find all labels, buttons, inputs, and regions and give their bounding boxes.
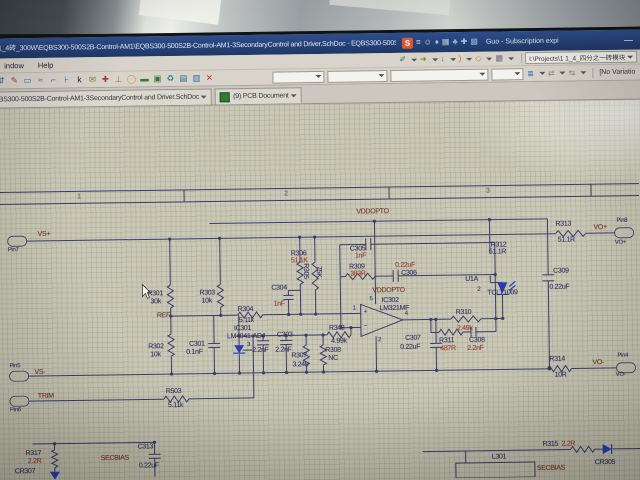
minimize-button[interactable]: — [621, 35, 636, 45]
quick-1-icon[interactable]: ➜ [419, 54, 428, 63]
toolbar-separator [592, 67, 594, 78]
quick-5-icon[interactable]: ▦ [494, 53, 504, 62]
system-tray: S ≡ ☺ ♦ ▦ ♣ ✚ ▩ [401, 36, 478, 49]
tray-4-icon[interactable]: ▦ [442, 37, 450, 46]
tray-3-icon[interactable]: ♦ [435, 37, 439, 46]
photo-frame: 1_4砖_300W\EQBS300-500S2B-Control-AM1\EQB… [0, 0, 640, 480]
chevron-down-icon [559, 71, 566, 75]
tab-pcb-doc[interactable]: (9) PCB Document [215, 87, 302, 105]
ceiling-background [0, 0, 640, 34]
screen-glare [341, 99, 640, 264]
tab-pcb-label: (9) PCB Document [233, 92, 289, 101]
toolbar-separator [521, 53, 523, 64]
combo-2[interactable] [327, 69, 388, 83]
tool-8-icon[interactable]: ✚ [100, 74, 110, 84]
app-chrome: 1_4砖_300W\EQBS300-500S2B-Control-AM1\EQB… [0, 29, 640, 109]
schematic-canvas[interactable] [0, 99, 640, 480]
tray-1-icon[interactable]: ≡ [416, 38, 421, 47]
compare-1-icon[interactable]: ⇄ [547, 68, 556, 77]
tray-0-icon[interactable]: S [401, 37, 414, 49]
tray-7-icon[interactable]: ▩ [470, 37, 478, 46]
tool-4-icon[interactable]: ⌐ [48, 75, 58, 85]
tool-11-icon[interactable]: ▬ [139, 74, 149, 84]
tab-schematic-doc[interactable]: BS300-500S2B-Control-AM1-3SecondaryContr… [0, 88, 213, 108]
chevron-down-icon [290, 94, 297, 98]
tool-7-icon[interactable]: ✉ [87, 74, 97, 84]
chevron-down-icon [538, 71, 545, 75]
monitor-screen: 1_4砖_300W\EQBS300-500S2B-Control-AM1\EQB… [0, 29, 640, 480]
quick-3-icon[interactable]: ) [458, 54, 463, 63]
combo-3[interactable] [390, 68, 489, 82]
chevron-down-icon [201, 95, 208, 99]
ceiling-light-2 [329, 0, 451, 16]
tool-13-icon[interactable]: ♻ [165, 73, 175, 83]
chevron-down-icon [508, 56, 515, 60]
tool-12-icon[interactable]: ▣ [152, 73, 162, 83]
compare-2-icon[interactable]: ⇆ [568, 68, 577, 77]
chevron-down-icon [486, 57, 493, 61]
ceiling-light [138, 0, 222, 25]
project-path-value: I:\Projects\1 1_4_四分之一砖模块 [529, 54, 626, 64]
tool-6-icon[interactable]: k [74, 75, 84, 85]
quick-4-icon[interactable]: ◇ [474, 54, 482, 63]
quick-0-icon[interactable]: ✐ [398, 55, 407, 64]
tool-0-icon[interactable]: ⇵ [0, 76, 6, 86]
pcb-doc-icon [220, 91, 231, 102]
tool-14-icon[interactable]: ▤ [178, 73, 188, 83]
quick-toolbar: ✐ ➜ ↓) ◇ ▦ [398, 53, 518, 64]
tab-schematic-label: BS300-500S2B-Control-AM1-3SecondaryContr… [0, 93, 200, 104]
compare-icons: ≣ ⇄ ⇆ [526, 68, 587, 78]
tool-15-icon[interactable]: ▥ [191, 73, 201, 83]
tool-10-icon[interactable]: ◯ [126, 74, 137, 84]
quick-2-icon[interactable]: ↓ [440, 54, 446, 63]
chevron-down-icon [410, 58, 418, 62]
combo-1[interactable] [272, 70, 325, 84]
compare-0-icon[interactable]: ≣ [526, 68, 535, 77]
tool-1-icon[interactable]: ✎ [9, 75, 19, 85]
window-title: 1_4砖_300W\EQBS300-500S2B-Control-AM1\EQB… [0, 39, 397, 53]
tool-2-icon[interactable]: ▭ [22, 75, 32, 85]
chevron-down-icon [466, 57, 473, 61]
chevron-down-icon [378, 74, 385, 78]
chevron-down-icon [514, 72, 521, 76]
menu-help[interactable]: Help [31, 60, 61, 69]
combo-4[interactable] [491, 67, 524, 81]
variant-combo[interactable]: [No Variatio [599, 69, 635, 77]
wiring-toolbar: ⇵ ✎ ▭ ≈ ⌐ ⊦ k ✉ ✚ ⊥ ◯ ▬ ▣ ♻ ▤ ▥ ✕ [0, 73, 214, 86]
tool-5-icon[interactable]: ⊦ [61, 75, 71, 85]
chevron-down-icon [315, 74, 322, 79]
chevron-down-icon [449, 57, 456, 61]
tray-6-icon[interactable]: ✚ [461, 37, 468, 46]
project-path-combo[interactable]: I:\Projects\1 1_4_四分之一砖模块 [524, 50, 638, 65]
tray-2-icon[interactable]: ☺ [424, 37, 432, 46]
tray-5-icon[interactable]: ♣ [452, 37, 457, 46]
tool-9-icon[interactable]: ⊥ [113, 74, 123, 84]
account-status: Guo - Subscription expi [485, 37, 559, 46]
tool-3-icon[interactable]: ≈ [35, 75, 45, 85]
chevron-down-icon [479, 72, 486, 76]
chevron-down-icon [431, 57, 438, 61]
chevron-down-icon [627, 55, 634, 59]
menu-window[interactable]: indow [0, 61, 31, 70]
chevron-down-icon [580, 71, 587, 75]
tool-16-icon[interactable]: ✕ [204, 73, 214, 83]
